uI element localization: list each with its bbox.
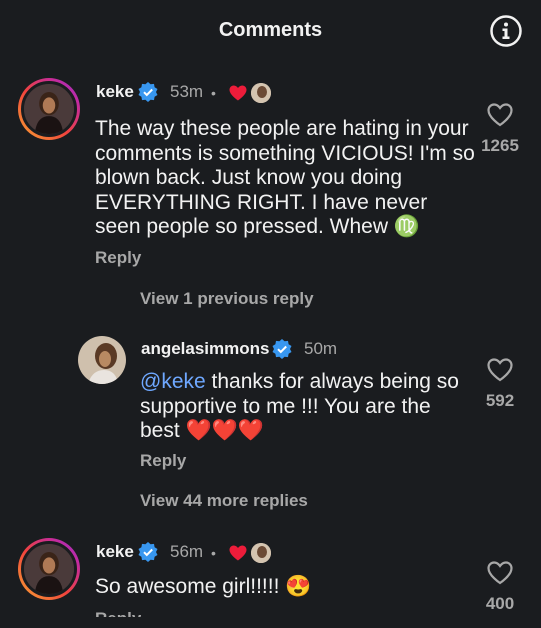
verified-badge-icon xyxy=(138,82,158,102)
heart-outline-icon[interactable] xyxy=(487,103,513,127)
separator-dot: • xyxy=(211,85,216,101)
verified-badge-icon xyxy=(272,339,292,359)
creator-avatar xyxy=(251,543,271,563)
avatar-photo xyxy=(78,336,126,384)
comment-time: 50m xyxy=(304,339,338,358)
comment-time: 53m xyxy=(170,82,204,101)
heart-outline-icon[interactable] xyxy=(487,561,513,585)
avatar-photo xyxy=(24,544,74,594)
comments-header: Comments xyxy=(0,0,541,62)
heart-outline-icon[interactable] xyxy=(487,358,513,382)
username[interactable]: angelasimmons xyxy=(141,339,270,359)
like-count: 1265 xyxy=(481,136,519,155)
comment-text: @keke thanks for always being so support… xyxy=(140,370,470,444)
verified-badge-icon xyxy=(138,542,158,562)
reply-button[interactable]: Reply xyxy=(95,609,141,617)
like-count: 400 xyxy=(485,594,515,613)
username[interactable]: keke xyxy=(96,542,134,562)
separator-dot: • xyxy=(211,545,216,561)
like-count: 592 xyxy=(485,391,515,410)
avatar[interactable] xyxy=(18,78,80,140)
view-previous-replies-button[interactable]: View 1 previous reply xyxy=(140,289,314,309)
creator-liked-heart-icon xyxy=(229,85,247,101)
info-icon[interactable] xyxy=(489,14,523,48)
reply-button[interactable]: Reply xyxy=(140,451,186,471)
page-title: Comments xyxy=(218,19,323,41)
avatar-photo xyxy=(24,84,74,134)
reply-button[interactable]: Reply xyxy=(95,248,141,268)
comment-time: 56m xyxy=(170,542,204,561)
creator-avatar xyxy=(251,83,271,103)
avatar[interactable] xyxy=(18,538,80,600)
comment-text: So awesome girl!!!!! 😍 xyxy=(95,575,312,598)
username[interactable]: keke xyxy=(96,82,134,102)
avatar[interactable] xyxy=(78,336,126,384)
view-more-replies-button[interactable]: View 44 more replies xyxy=(140,491,308,511)
mention-link[interactable]: @keke xyxy=(140,370,206,393)
comment-text: The way these people are hating in your … xyxy=(95,117,475,238)
creator-liked-heart-icon xyxy=(229,545,247,561)
